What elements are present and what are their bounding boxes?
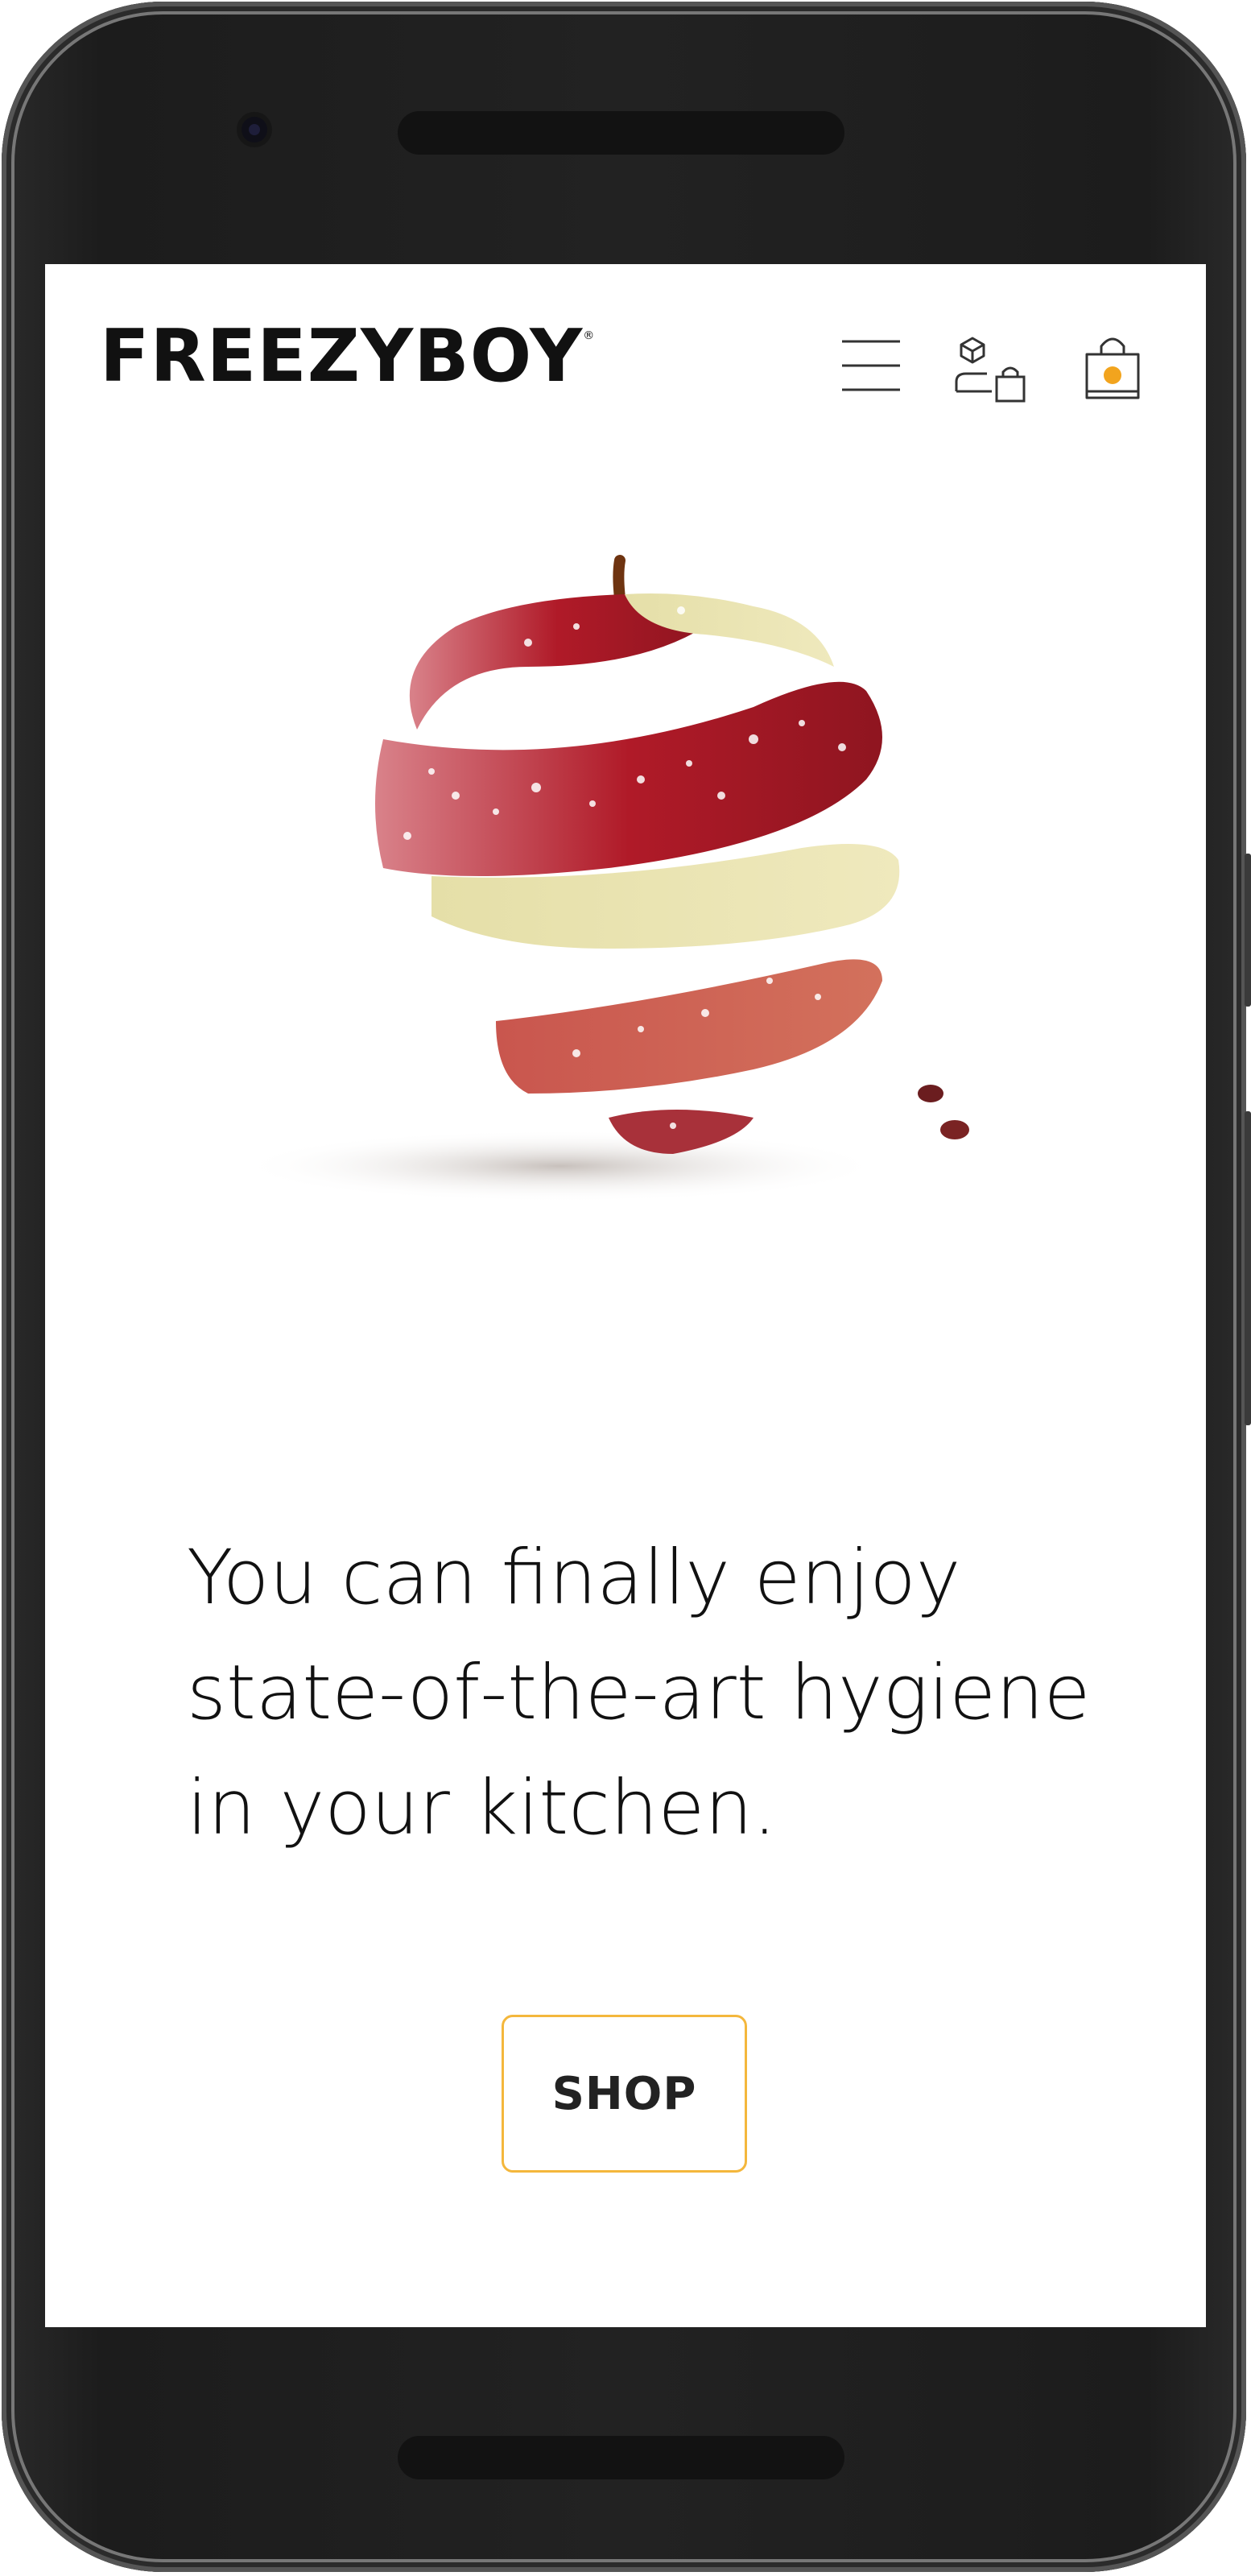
- screen: FREEZYBOY® You can finally enjoy state-o…: [45, 264, 1206, 2327]
- phone-side-button: [1245, 854, 1251, 1007]
- shopping-bag-icon: [1085, 337, 1140, 399]
- brand-logo-text: FREEZYBOY: [100, 314, 584, 399]
- hero-apple-image: [190, 530, 1035, 1255]
- phone-volume-button: [1245, 1111, 1251, 1425]
- bottom-speaker: [398, 2436, 844, 2479]
- hamburger-menu-icon: [842, 340, 900, 391]
- spiral-apple-illustration: [238, 555, 969, 1202]
- account-button[interactable]: [955, 335, 1027, 403]
- menu-button[interactable]: [842, 337, 900, 395]
- phone-frame: FREEZYBOY® You can finally enjoy state-o…: [0, 0, 1251, 2576]
- site-header: FREEZYBOY®: [45, 264, 1206, 457]
- cart-button[interactable]: [1084, 333, 1142, 401]
- registered-mark: ®: [583, 329, 596, 342]
- hero-headline: You can finally enjoy state-of-the-art h…: [187, 1534, 1091, 1852]
- shop-button[interactable]: SHOP: [502, 2015, 747, 2173]
- brand-logo[interactable]: FREEZYBOY®: [100, 320, 595, 393]
- earpiece-speaker: [398, 111, 844, 155]
- front-camera: [242, 117, 267, 143]
- account-shopping-icon: [955, 337, 1026, 403]
